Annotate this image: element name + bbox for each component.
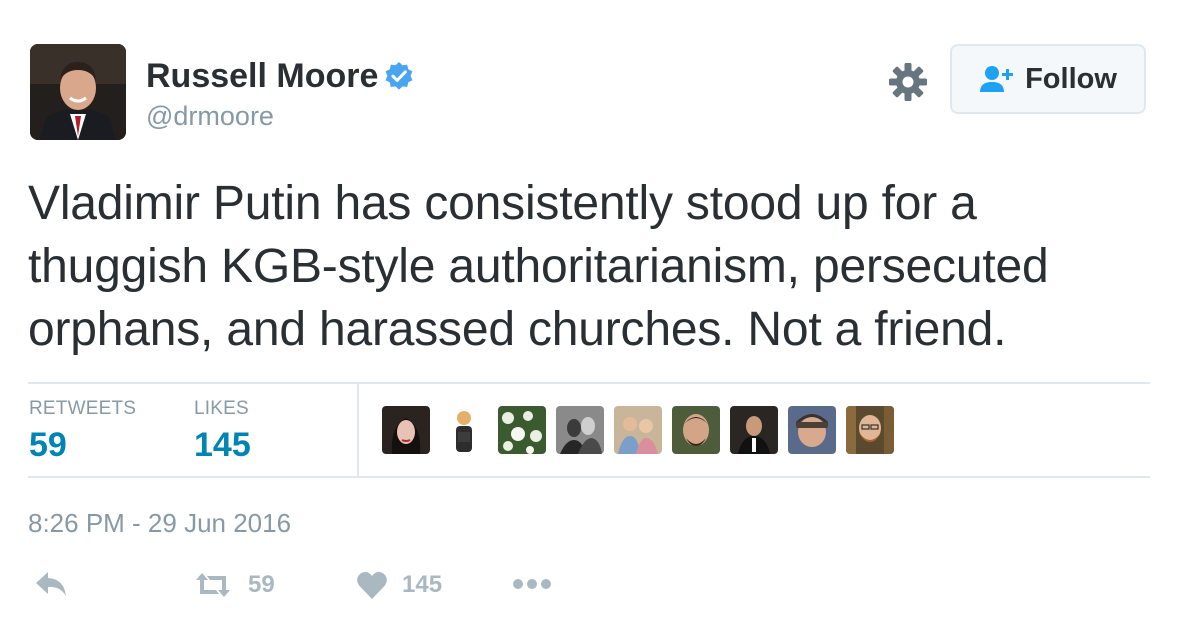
divider	[28, 382, 1150, 384]
liker-avatar[interactable]	[382, 406, 430, 454]
display-name[interactable]: Russell Moore	[146, 54, 414, 98]
liker-avatars	[382, 406, 904, 454]
reply-button[interactable]	[34, 570, 68, 598]
liker-avatar[interactable]	[614, 406, 662, 454]
heart-icon	[357, 571, 387, 599]
retweets-label[interactable]: RETWEETS	[29, 398, 136, 420]
liker-avatar[interactable]	[730, 406, 778, 454]
stats-divider	[357, 384, 359, 476]
retweet-count: 59	[248, 571, 275, 598]
retweet-icon	[196, 573, 230, 597]
follow-person-plus-icon	[980, 66, 1014, 92]
like-button[interactable]: 145	[356, 570, 442, 600]
more-dots-icon	[513, 579, 551, 589]
follow-button-label: Follow	[1025, 62, 1117, 95]
display-name-text[interactable]: Russell Moore	[146, 57, 378, 95]
liker-avatar[interactable]	[846, 406, 894, 454]
liker-avatar[interactable]	[440, 406, 488, 454]
liker-avatar[interactable]	[672, 406, 720, 454]
verified-badge-icon	[385, 62, 413, 90]
tweet-text: Vladimir Putin has consistently stood up…	[28, 177, 1049, 356]
avatar[interactable]	[30, 44, 126, 140]
user-handle[interactable]: @drmoore	[146, 98, 274, 134]
like-count: 145	[402, 571, 443, 598]
more-button[interactable]	[512, 578, 552, 590]
likes-label[interactable]: LIKES	[194, 398, 249, 420]
gear-icon[interactable]	[886, 60, 930, 104]
retweet-button[interactable]: 59	[192, 570, 275, 600]
likes-count[interactable]: 145	[194, 424, 251, 466]
reply-icon	[36, 572, 66, 596]
liker-avatar[interactable]	[498, 406, 546, 454]
tweet-timestamp[interactable]: 8:26 PM - 29 Jun 2016	[28, 506, 291, 540]
divider	[28, 476, 1150, 478]
follow-button[interactable]: Follow	[950, 44, 1146, 114]
retweets-count[interactable]: 59	[29, 424, 67, 466]
liker-avatar[interactable]	[556, 406, 604, 454]
liker-avatar[interactable]	[788, 406, 836, 454]
